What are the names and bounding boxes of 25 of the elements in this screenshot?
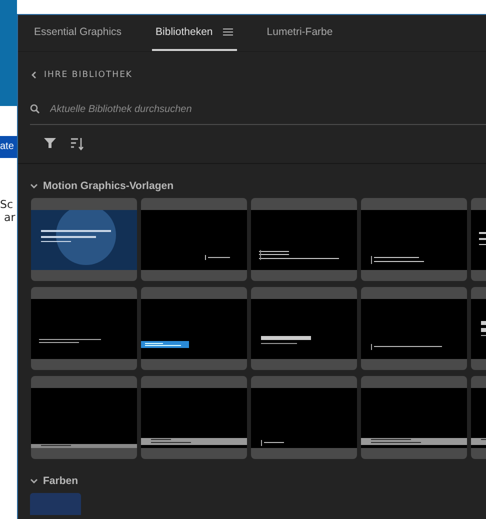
filter-button[interactable] <box>44 137 56 151</box>
template-card[interactable] <box>251 287 357 370</box>
search-icon <box>30 104 40 114</box>
section-header[interactable]: Motion Graphics-Vorlagen <box>30 180 174 192</box>
template-card[interactable] <box>141 287 247 370</box>
sort-icon <box>70 137 84 151</box>
color-swatch[interactable] <box>30 493 81 515</box>
sort-button[interactable] <box>70 137 84 151</box>
chevron-icon <box>30 182 38 190</box>
template-card[interactable] <box>361 376 467 459</box>
filter-icon <box>44 137 56 149</box>
section-header[interactable]: Farben <box>30 475 78 487</box>
chevron-icon <box>30 71 38 79</box>
window-text: ar <box>3 211 16 224</box>
menu-icon[interactable] <box>222 28 233 36</box>
tab[interactable]: Lumetri-Farbe <box>262 15 337 51</box>
window-button[interactable]: ate <box>0 136 17 158</box>
tab[interactable]: Bibliotheken <box>152 15 237 51</box>
chevron-icon <box>30 477 38 485</box>
back-link[interactable]: IHRE BIBLIOTHEK <box>30 70 133 80</box>
template-card[interactable] <box>31 376 137 459</box>
template-card[interactable] <box>31 198 137 281</box>
window-text: Sc <box>0 198 14 211</box>
tab[interactable]: Essential Graphics <box>30 15 126 51</box>
template-card[interactable] <box>141 376 247 459</box>
